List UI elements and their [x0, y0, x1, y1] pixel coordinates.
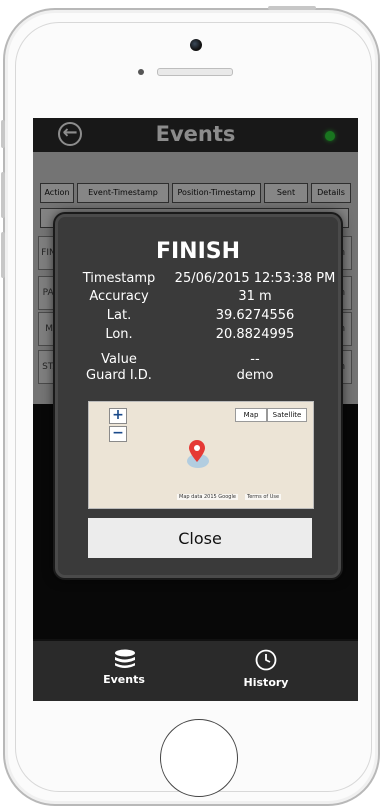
field-label: Timestamp [82, 271, 156, 286]
earpiece-speaker [157, 68, 233, 76]
map-zoom-out-button[interactable]: − [109, 426, 127, 442]
tab-label: Events [103, 673, 145, 686]
map-terms-link[interactable]: Terms of Use [245, 494, 282, 500]
tab-events[interactable]: Events [43, 641, 205, 701]
app-screen: ← Events Action Event-Timestamp Position… [33, 118, 358, 701]
tab-history[interactable]: History [185, 641, 347, 701]
home-button[interactable] [160, 719, 238, 797]
event-details-modal: FINISH Timestamp 25/06/2015 12:53:38 PM … [55, 214, 341, 578]
map-type-map-button[interactable]: Map [235, 408, 267, 422]
volume-down-button [1, 232, 5, 278]
map-attribution: Map data 2015 Google [177, 494, 238, 500]
field-value: -- [250, 352, 260, 367]
map-type-satellite-button[interactable]: Satellite [267, 408, 307, 422]
map-marker-icon [189, 440, 205, 462]
field-value: 25/06/2015 12:53:38 PM [174, 271, 336, 286]
map-zoom-in-button[interactable]: + [109, 408, 127, 424]
database-icon [115, 649, 135, 668]
proximity-sensor [138, 69, 144, 75]
tab-label: History [243, 676, 289, 689]
field-value: 39.6274556 [215, 308, 295, 323]
field-label: Accuracy [89, 289, 149, 304]
modal-title: FINISH [155, 239, 241, 264]
field-label: Guard I.D. [86, 368, 152, 383]
field-value: 20.8824995 [215, 327, 295, 342]
volume-up-button [1, 172, 5, 218]
bottom-tab-bar: Events History [33, 639, 358, 701]
power-button [268, 6, 316, 10]
mute-switch [1, 120, 5, 148]
field-value: 31 m [238, 289, 272, 304]
clock-icon [255, 649, 277, 671]
field-label: Lat. [106, 308, 132, 323]
location-map[interactable]: + − Map Satellite Map data 2015 Google T… [88, 401, 314, 509]
field-label: Value [101, 352, 137, 367]
field-label: Lon. [105, 327, 133, 342]
front-camera [190, 39, 202, 51]
close-button[interactable]: Close [88, 518, 312, 558]
field-value: demo [236, 368, 274, 383]
